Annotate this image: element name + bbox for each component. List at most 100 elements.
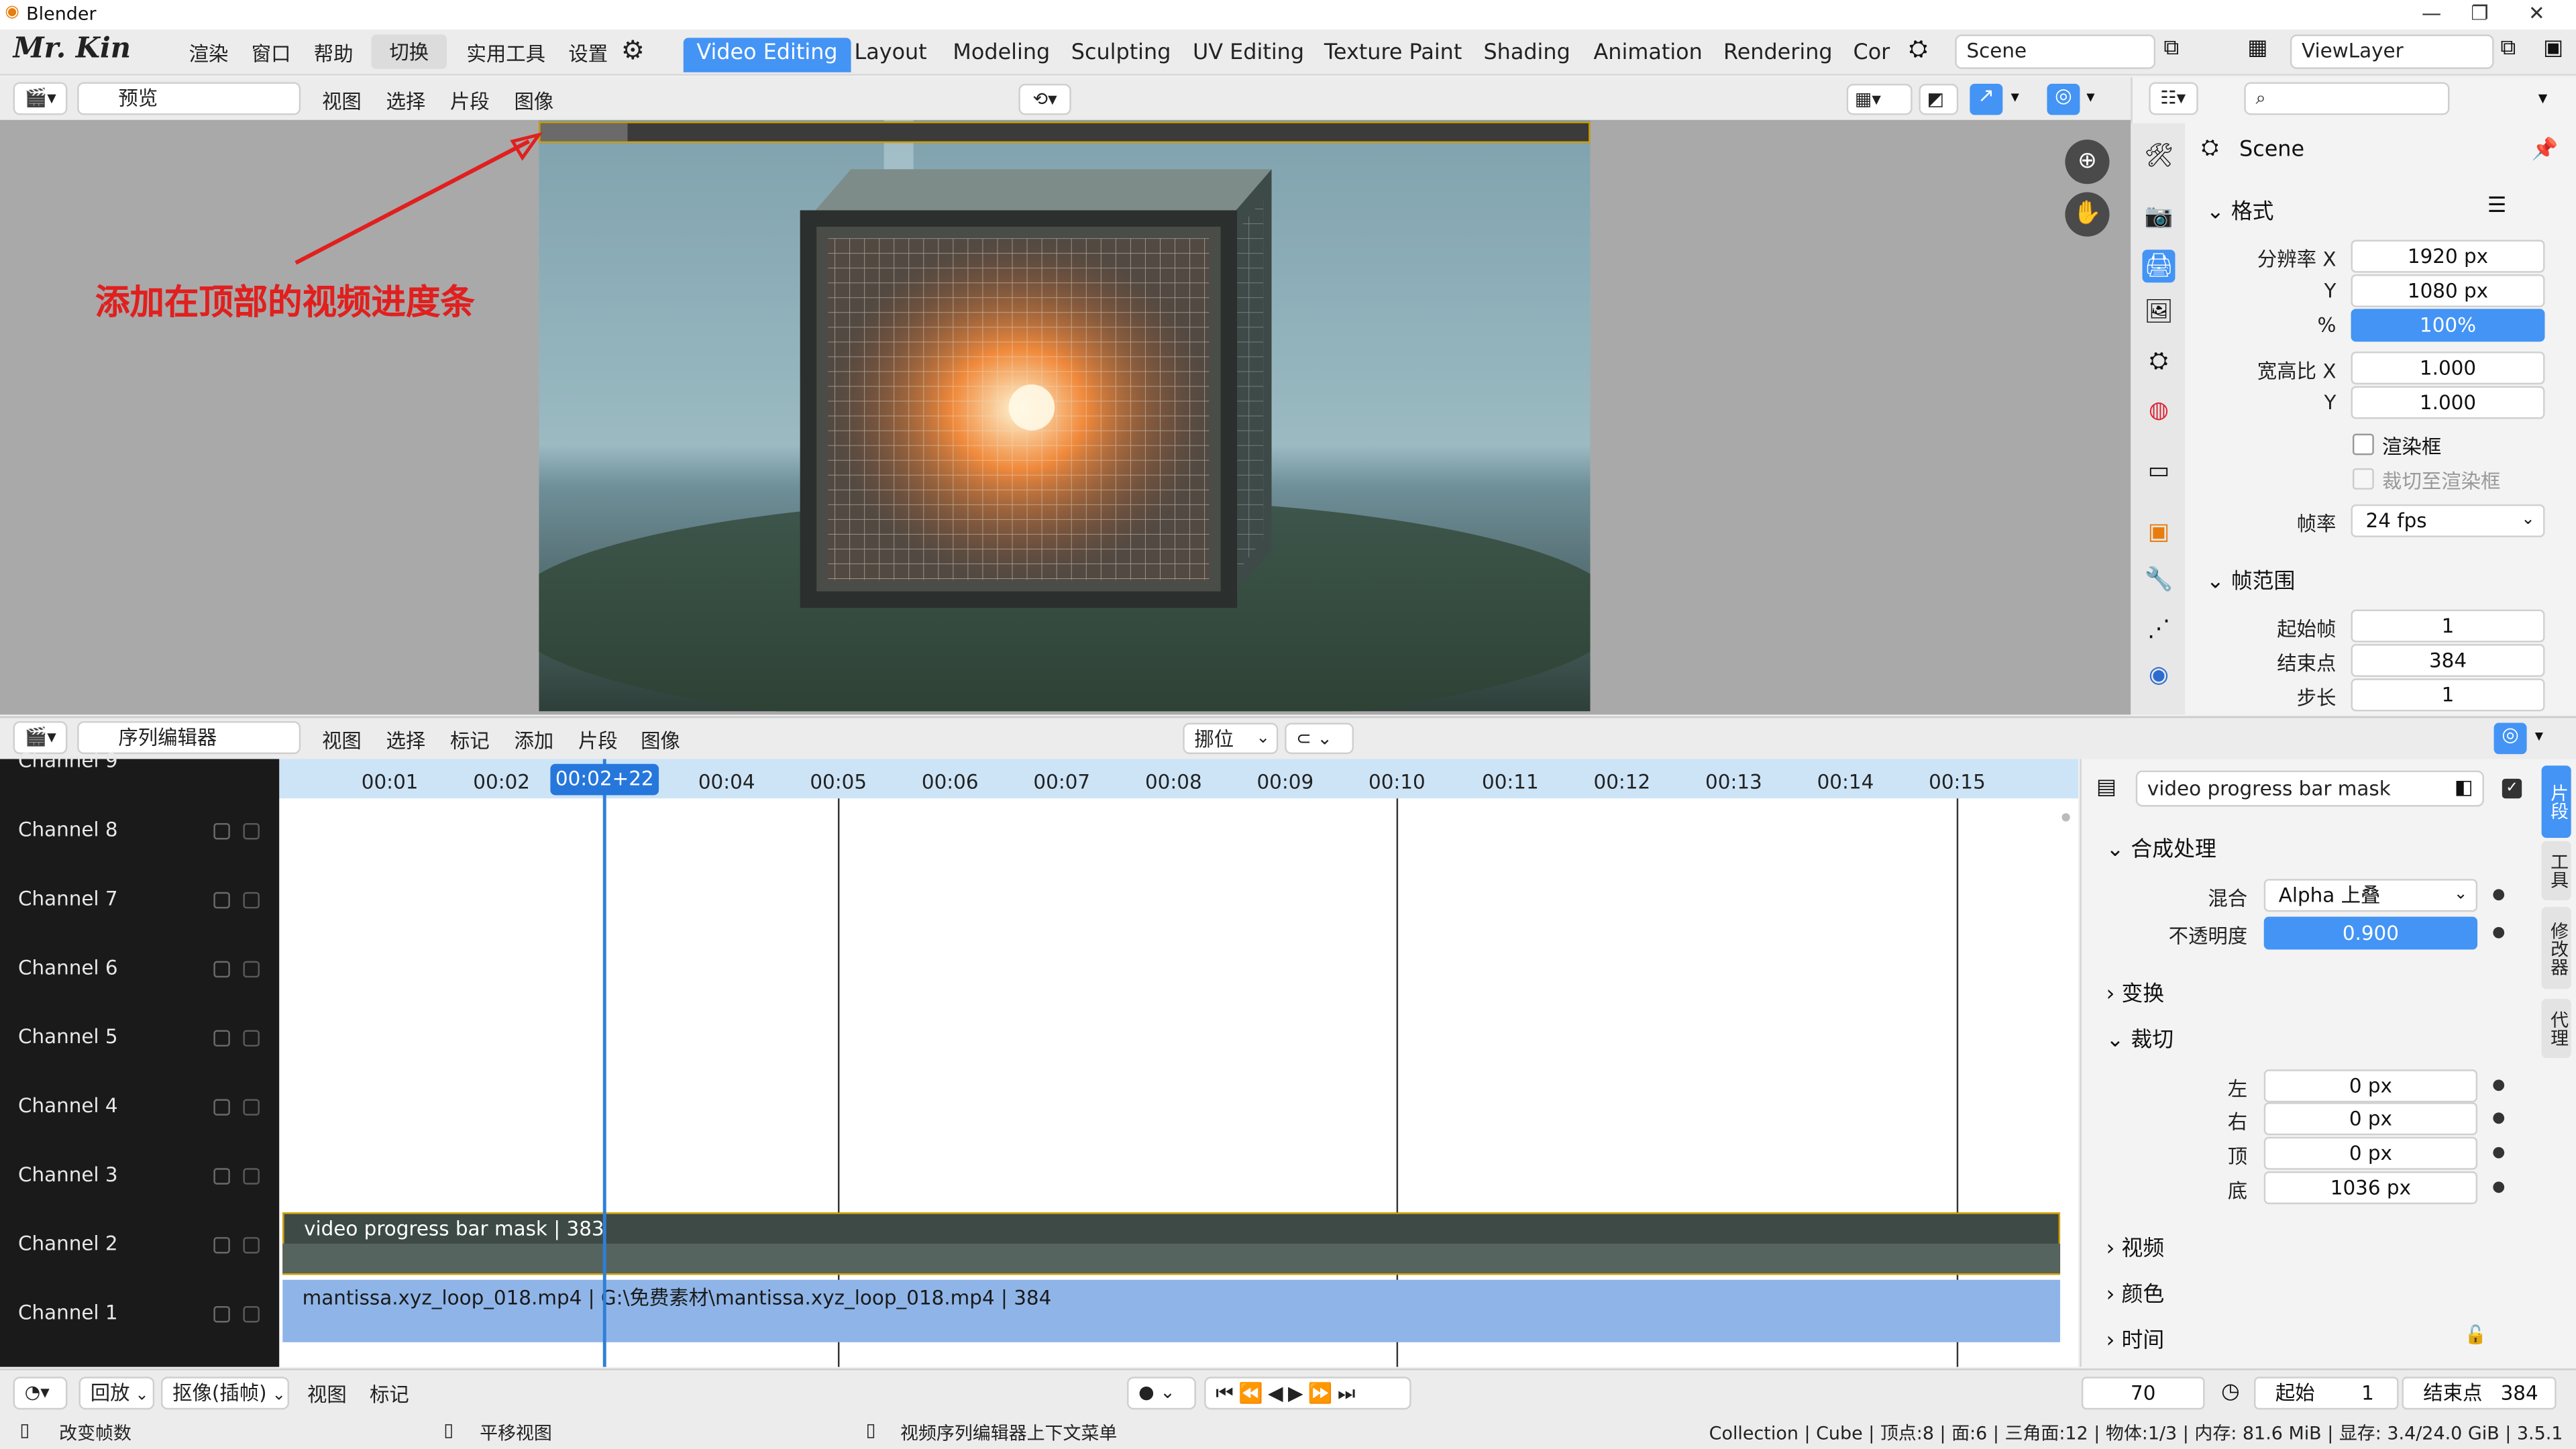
tab-compositing[interactable]: Cor bbox=[1840, 38, 1903, 72]
channel-4-lock-icon[interactable] bbox=[243, 1099, 260, 1116]
overlay-channels-icon[interactable]: ◩ bbox=[1919, 83, 1959, 115]
channel-2-mute-checkbox[interactable] bbox=[213, 1237, 230, 1254]
overlays-dropdown-icon[interactable]: ▾ bbox=[2086, 89, 2094, 107]
seq-menu-marker[interactable]: 标记 bbox=[450, 726, 490, 754]
properties-search-input[interactable]: ⌕ bbox=[2244, 82, 2450, 115]
gizmo-dropdown-icon[interactable]: ▾ bbox=[2011, 89, 2019, 107]
preview-menu-strip[interactable]: 片段 bbox=[450, 87, 490, 115]
channel-5-mute-checkbox[interactable] bbox=[213, 1030, 230, 1047]
crop-bottom-field[interactable]: 1036 px bbox=[2263, 1171, 2478, 1205]
format-section-header[interactable]: ⌄ 格式 bbox=[2206, 194, 2274, 225]
start-frame-field[interactable]: 起始 1 bbox=[2254, 1377, 2399, 1410]
channel-8-lock-icon[interactable] bbox=[243, 822, 260, 840]
render-region-checkbox[interactable] bbox=[2352, 433, 2374, 455]
gizmo-icon[interactable]: ↗ bbox=[1970, 83, 2003, 115]
format-presets-icon[interactable]: ☰ bbox=[2487, 194, 2507, 219]
snap-select[interactable]: 挪位 ⌄ bbox=[1183, 722, 1279, 755]
menu-help[interactable]: 帮助 bbox=[314, 40, 354, 68]
remove-layer-icon[interactable]: ▣ bbox=[2543, 36, 2563, 61]
res-x-field[interactable]: 1920 px bbox=[2351, 239, 2545, 273]
crop-top-field[interactable]: 0 px bbox=[2263, 1136, 2478, 1170]
channel-1-mute-checkbox[interactable] bbox=[213, 1305, 230, 1323]
menu-switch[interactable]: 切换 bbox=[371, 34, 447, 69]
pin-icon[interactable]: 📌 bbox=[2532, 138, 2559, 163]
channel-4-mute-checkbox[interactable] bbox=[213, 1099, 230, 1116]
crop-left-field[interactable]: 0 px bbox=[2263, 1069, 2478, 1103]
footer-menu-view[interactable]: 视图 bbox=[307, 1380, 347, 1408]
fps-select[interactable]: 24 fps ⌄ bbox=[2351, 504, 2545, 537]
tab-uv-editing[interactable]: UV Editing bbox=[1179, 38, 1317, 72]
crop-right-field[interactable]: 0 px bbox=[2263, 1102, 2478, 1136]
channel-6-lock-icon[interactable] bbox=[243, 961, 260, 978]
physics-tab-icon[interactable]: ◉ bbox=[2142, 659, 2175, 692]
maximize-icon[interactable]: ❐ bbox=[2471, 1, 2488, 24]
time-lock-icon[interactable]: 🔓 bbox=[2464, 1324, 2487, 1346]
tab-proxy[interactable]: 代理 bbox=[2541, 998, 2571, 1059]
channel-5-lock-icon[interactable] bbox=[243, 1030, 260, 1047]
world-tab-icon[interactable]: ◍ bbox=[2142, 394, 2175, 427]
properties-options-icon[interactable]: ▾ bbox=[2538, 87, 2548, 109]
playhead-time-label[interactable]: 00:02+22 bbox=[550, 763, 659, 796]
preview-menu-view[interactable]: 视图 bbox=[322, 87, 362, 115]
seq-menu-view[interactable]: 视图 bbox=[322, 726, 362, 754]
color-section-header[interactable]: › 颜色 bbox=[2106, 1277, 2165, 1308]
output-tab-icon[interactable]: 🖨 bbox=[2142, 250, 2176, 283]
channel-1-lock-icon[interactable] bbox=[243, 1305, 260, 1323]
channel-6-mute-checkbox[interactable] bbox=[213, 961, 230, 978]
seq-menu-select[interactable]: 选择 bbox=[386, 726, 426, 754]
view-type-select[interactable]: 预览 bbox=[77, 82, 301, 115]
preview-menu-select[interactable]: 选择 bbox=[386, 87, 426, 115]
transport-controls[interactable]: ⏮⏪◀▶⏩⏭ bbox=[1204, 1377, 1411, 1410]
time-ruler[interactable]: 00:01 00:02 00:04 00:05 00:06 00:07 00:0… bbox=[279, 759, 2078, 799]
frame-step-field[interactable]: 1 bbox=[2351, 678, 2545, 712]
compositing-section-header[interactable]: ⌄ 合成处理 bbox=[2106, 831, 2216, 863]
view-layer-icon[interactable]: ▦ bbox=[2247, 36, 2267, 61]
scene-field[interactable]: Scene bbox=[1955, 34, 2156, 69]
tab-texture-paint[interactable]: Texture Paint bbox=[1311, 38, 1475, 72]
strip-video[interactable]: mantissa.xyz_loop_018.mp4 | G:\免费素材\mant… bbox=[282, 1279, 2061, 1342]
frame-range-section-header[interactable]: ⌄ 帧范围 bbox=[2206, 564, 2295, 595]
modifier-tab-icon[interactable]: 🔧 bbox=[2142, 564, 2175, 596]
frame-end-field[interactable]: 384 bbox=[2351, 644, 2545, 677]
view-layer-tab-icon[interactable]: 🖼 bbox=[2142, 296, 2175, 329]
pivot-icon[interactable]: ⟲▾ bbox=[1018, 83, 1071, 115]
scene-icon[interactable]: ⛭ bbox=[1909, 36, 1927, 62]
channel-3-lock-icon[interactable] bbox=[243, 1168, 260, 1185]
strip-enable-checkbox[interactable]: ✓ bbox=[2502, 778, 2522, 799]
end-frame-field[interactable]: 结束点 384 bbox=[2402, 1377, 2557, 1410]
close-icon[interactable]: ✕ bbox=[2528, 1, 2545, 24]
tab-sculpting[interactable]: Sculpting bbox=[1058, 38, 1184, 72]
tab-rendering[interactable]: Rendering bbox=[1710, 38, 1845, 72]
playback-menu[interactable]: 回放 ⌄ bbox=[78, 1377, 155, 1410]
seq-menu-strip[interactable]: 片段 bbox=[578, 726, 618, 754]
blend-keyframe-icon[interactable]: ● bbox=[2492, 887, 2505, 903]
tab-modifiers[interactable]: 修改器 bbox=[2541, 906, 2571, 989]
editor-type-icon[interactable]: 🎬▾ bbox=[13, 82, 68, 115]
tab-modeling[interactable]: Modeling bbox=[940, 38, 1063, 72]
gear-icon[interactable]: ⚙ bbox=[621, 34, 645, 66]
crop-left-keyframe-icon[interactable]: ● bbox=[2492, 1078, 2505, 1094]
crop-region-checkbox[interactable] bbox=[2352, 468, 2374, 490]
channel-7-mute-checkbox[interactable] bbox=[213, 892, 230, 909]
render-tab-icon[interactable]: 📷 bbox=[2142, 201, 2175, 233]
video-section-header[interactable]: › 视频 bbox=[2106, 1230, 2165, 1262]
opacity-slider[interactable]: 0.900 bbox=[2263, 916, 2478, 950]
tab-animation[interactable]: Animation bbox=[1580, 38, 1716, 72]
channel-8-mute-checkbox[interactable] bbox=[213, 822, 230, 840]
res-percent-field[interactable]: 100% bbox=[2351, 309, 2545, 342]
pan-hand-icon[interactable]: ✋ bbox=[2065, 192, 2110, 237]
menu-window[interactable]: 窗口 bbox=[252, 40, 291, 68]
snap-magnet-icon[interactable]: ⊂ ⌄ bbox=[1285, 722, 1354, 755]
channel-2-lock-icon[interactable] bbox=[243, 1237, 260, 1254]
properties-editor-type-icon[interactable]: ☷▾ bbox=[2149, 82, 2198, 115]
tab-strip[interactable]: 片段 bbox=[2541, 765, 2571, 838]
strip-name-field[interactable]: video progress bar mask bbox=[2135, 770, 2484, 807]
transform-section-header[interactable]: › 变换 bbox=[2106, 976, 2165, 1008]
tab-shading[interactable]: Shading bbox=[1470, 38, 1584, 72]
crop-top-keyframe-icon[interactable]: ● bbox=[2492, 1145, 2505, 1161]
tool-tab-icon[interactable]: 🛠 bbox=[2142, 140, 2175, 172]
object-tab-icon[interactable]: ▣ bbox=[2142, 516, 2175, 549]
minimize-icon[interactable]: — bbox=[2422, 1, 2441, 24]
channel-7-lock-icon[interactable] bbox=[243, 892, 260, 909]
aspect-y-field[interactable]: 1.000 bbox=[2351, 386, 2545, 419]
